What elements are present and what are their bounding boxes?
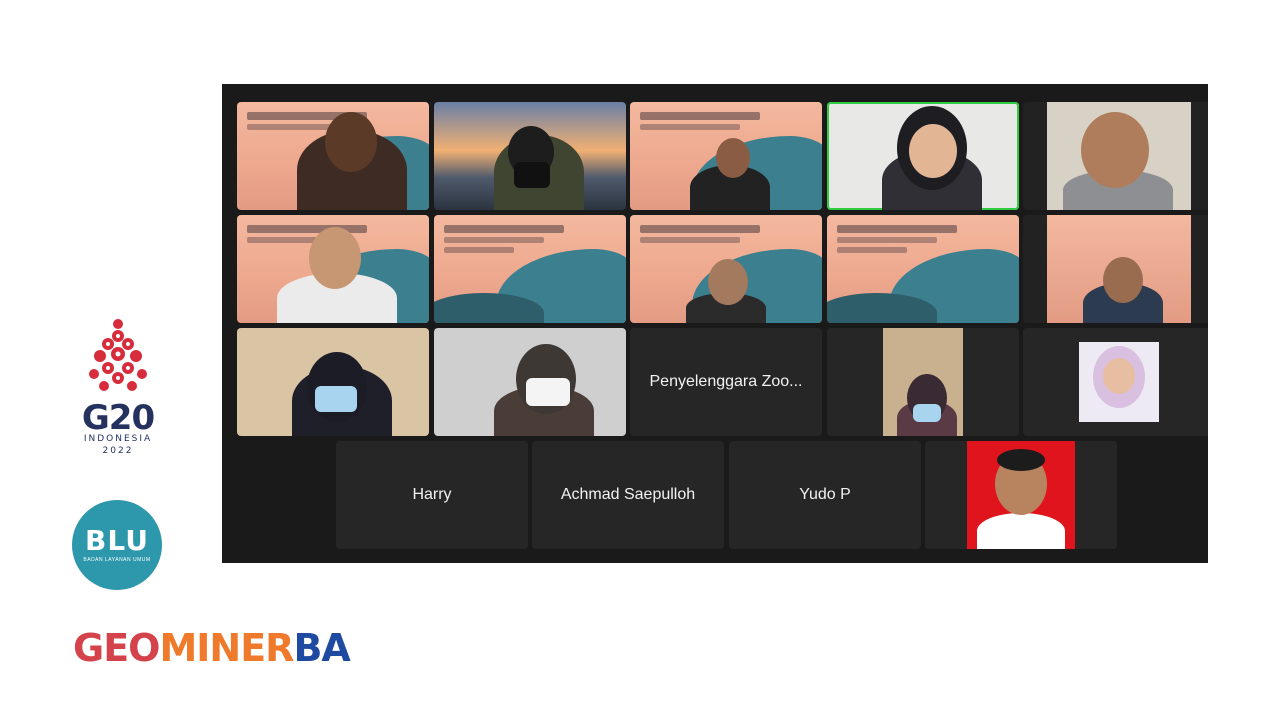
participant-tile[interactable] [237, 328, 429, 436]
participant-tile-profile-photo[interactable] [925, 441, 1117, 549]
participant-name: Achmad Saepulloh [560, 486, 696, 503]
participant-tile[interactable] [237, 102, 429, 210]
blu-mark: BLU [85, 524, 149, 557]
participant-tile[interactable] [1023, 102, 1208, 210]
participant-name: Yudo P [799, 486, 851, 503]
participant-tile-active-speaker[interactable] [827, 102, 1019, 210]
blu-subtitle: BADAN LAYANAN UMUM [83, 557, 151, 563]
g20-kawung-emblem-icon [89, 319, 147, 391]
participant-tile[interactable] [630, 215, 822, 323]
geo-logo-part-geo: GEO [73, 626, 160, 670]
participant-tile-name-only[interactable]: Achmad Saepulloh [532, 441, 724, 549]
g20-title: G20 [81, 398, 155, 438]
participant-tile[interactable] [1023, 215, 1208, 323]
participant-tile-name-only[interactable]: Penyelenggara Zoo... [630, 328, 822, 436]
participant-tile[interactable] [434, 328, 626, 436]
participant-tile[interactable] [630, 102, 822, 210]
blu-logo: BLU BADAN LAYANAN UMUM [72, 500, 162, 590]
participant-tile[interactable] [237, 215, 429, 323]
g20-country: INDONESIA [83, 434, 153, 444]
geo-logo-part-ba: BA [293, 626, 350, 670]
participant-tile[interactable] [827, 328, 1019, 436]
g20-year: 2022 [102, 446, 134, 456]
geominerba-logo: GEOMINERBA [73, 626, 351, 670]
participant-tile-name-only[interactable]: Yudo P [729, 441, 921, 549]
zoom-gallery-view: Penyelenggara Zoo... Harry Achmad Saepul… [222, 84, 1208, 563]
participant-name: Harry [412, 486, 452, 503]
g20-indonesia-logo: G20 INDONESIA 2022 [72, 318, 164, 458]
participant-tile[interactable] [434, 215, 626, 323]
participant-tile[interactable] [434, 102, 626, 210]
geo-logo-part-miner: MINER [159, 626, 294, 670]
participant-name: Penyelenggara Zoo... [649, 373, 803, 390]
participant-tile-profile-photo[interactable] [1023, 328, 1208, 436]
participant-tile-name-only[interactable]: Harry [336, 441, 528, 549]
participant-tile[interactable] [827, 215, 1019, 323]
